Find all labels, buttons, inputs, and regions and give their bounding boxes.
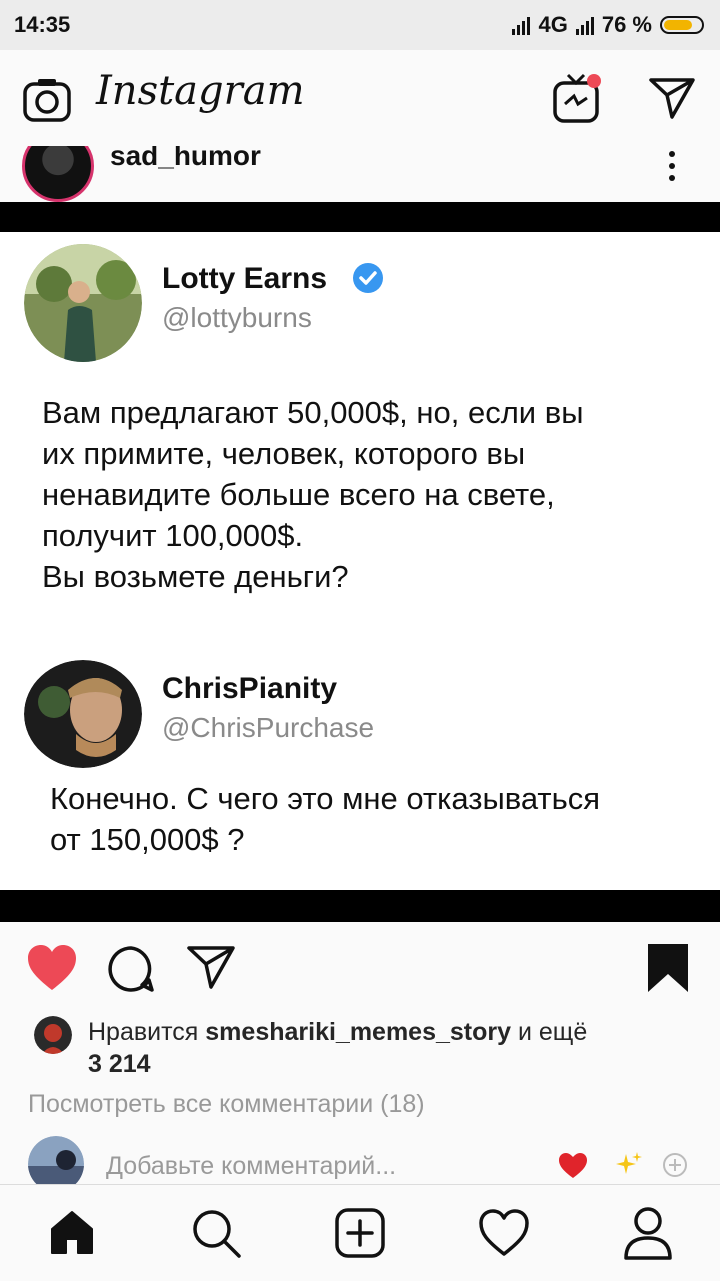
add-emoji-icon[interactable] — [662, 1152, 688, 1178]
tweet2-text: Конечно. С чего это мне отказываться от … — [50, 778, 710, 860]
view-all-comments-link[interactable]: Посмотреть все комментарии (18) — [28, 1090, 425, 1119]
tweet2-line: от 150,000$ ? — [50, 822, 245, 857]
signal-icon — [575, 15, 594, 35]
camera-icon[interactable] — [22, 75, 72, 125]
new-post-icon[interactable] — [334, 1207, 386, 1259]
tweet1-line: ненавидите больше всего на свете, — [42, 477, 555, 512]
post-header: sad_humor — [0, 146, 720, 202]
share-icon[interactable] — [186, 944, 236, 990]
tweet2-name: ChrisPianity — [162, 672, 338, 705]
tweet1-line: Вам предлагают 50,000$, но, если вы — [42, 395, 584, 430]
tweet1-line: их примите, человек, которого вы — [42, 436, 526, 471]
liker-username[interactable]: smeshariki_memes_story — [205, 1018, 511, 1046]
network-label: 4G — [538, 12, 568, 37]
likes-summary: Нравится smeshariki_memes_story и ещё 3 … — [88, 1016, 688, 1080]
tweet1-line: Вы возьмете деньги? — [42, 559, 349, 594]
comment-icon[interactable] — [106, 944, 156, 994]
direct-message-icon[interactable] — [648, 76, 696, 120]
likes-suffix: и ещё — [517, 1018, 588, 1046]
likes-count[interactable]: 3 214 — [88, 1050, 151, 1078]
battery-percent: 76 % — [601, 12, 652, 37]
bookmark-icon[interactable] — [646, 942, 690, 994]
tweet2-line: Конечно. С чего это мне отказываться — [50, 781, 601, 816]
home-icon[interactable] — [48, 1209, 96, 1257]
more-options-icon[interactable] — [662, 146, 682, 186]
app-header: Instagram — [0, 50, 720, 147]
heart-emoji-icon[interactable] — [558, 1152, 588, 1180]
tweet2-handle: @ChrisPurchase — [162, 712, 375, 743]
search-icon[interactable] — [190, 1207, 242, 1259]
image-border-top — [0, 202, 720, 232]
add-comment-input[interactable]: Добавьте комментарий... — [106, 1152, 396, 1181]
igtv-icon[interactable] — [552, 72, 604, 126]
tweet1-text: Вам предлагают 50,000$, но, если вы их п… — [42, 392, 702, 597]
likes-prefix: Нравится — [88, 1018, 199, 1046]
tweet1-name: Lotty Earns — [162, 262, 328, 295]
liker-avatar[interactable] — [34, 1016, 72, 1054]
like-heart-icon[interactable] — [26, 944, 78, 992]
app-logo: Instagram — [96, 68, 305, 114]
post-author-username[interactable]: sad_humor — [110, 146, 261, 172]
verified-badge-icon — [353, 263, 383, 293]
activity-heart-icon[interactable] — [478, 1209, 530, 1257]
image-border-bottom — [0, 890, 720, 922]
sparkles-emoji-icon[interactable] — [614, 1150, 644, 1180]
battery-icon — [660, 16, 704, 34]
post-image[interactable]: Lotty Earns @lottyburns Вам предлагают 5… — [0, 232, 720, 890]
bottom-navigation — [0, 1184, 720, 1281]
post-author-avatar[interactable] — [22, 146, 94, 202]
status-right: 4G 76 % — [512, 12, 704, 38]
tweet2-avatar — [24, 660, 142, 768]
signal-icon — [512, 15, 531, 35]
status-bar: 14:35 4G 76 % — [0, 0, 720, 50]
status-time: 14:35 — [14, 12, 71, 37]
tweet1-avatar — [24, 244, 142, 362]
tweet1-handle: @lottyburns — [162, 302, 312, 333]
profile-icon[interactable] — [622, 1205, 674, 1261]
tweet1-line: получит 100,000$. — [42, 518, 304, 553]
